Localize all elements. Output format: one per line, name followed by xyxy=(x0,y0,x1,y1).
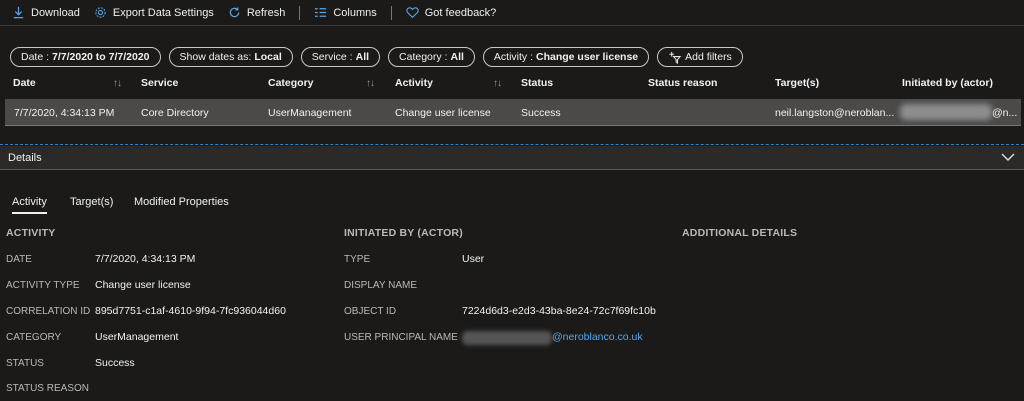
date-filter-value: 7/7/2020 to 7/7/2020 xyxy=(52,51,150,63)
activity-type-value: Change user license xyxy=(95,279,191,291)
category-filter-pill[interactable]: Category : All xyxy=(388,47,475,67)
add-filter-icon xyxy=(669,51,682,64)
gear-icon xyxy=(95,7,106,18)
status-reason-label: STATUS REASON xyxy=(6,383,89,394)
actor-section-title: INITIATED BY (ACTOR) xyxy=(344,227,463,239)
correlation-id-label: CORRELATION ID xyxy=(6,306,91,317)
feedback-button[interactable]: Got feedback? xyxy=(406,6,497,19)
activity-type-label: ACTIVITY TYPE xyxy=(6,280,80,291)
correlation-id-value: 895d7751-c1af-4610-9f94-7fc936044d60 xyxy=(95,305,286,317)
redacted-blur xyxy=(900,104,992,120)
cell-targets: neil.langston@neroblan... xyxy=(775,107,895,119)
activity-filter-label: Activity : xyxy=(493,51,533,63)
refresh-button[interactable]: Refresh xyxy=(228,6,286,19)
upn-link[interactable]: @neroblanco.co.uk xyxy=(552,331,643,343)
date-filter-label: Date : xyxy=(21,51,50,63)
columns-icon xyxy=(315,8,327,17)
download-button[interactable]: Download xyxy=(12,6,80,19)
download-label: Download xyxy=(31,6,80,19)
date-filter-pill[interactable]: Date : 7/7/2020 to 7/7/2020 xyxy=(10,47,161,67)
sort-icon[interactable]: ↑↓ xyxy=(493,78,502,89)
cell-initiated-by: @n... xyxy=(992,107,1018,119)
additional-details-title: ADDITIONAL DETAILS xyxy=(682,227,798,239)
add-filters-label: Add filters xyxy=(685,51,732,63)
feedback-label: Got feedback? xyxy=(424,6,497,19)
activity-filter-pill[interactable]: Activity : Change user license xyxy=(482,47,650,67)
add-filters-button[interactable]: Add filters xyxy=(657,47,743,67)
show-dates-filter-pill[interactable]: Show dates as: Local xyxy=(168,47,293,67)
service-filter-pill[interactable]: Service : All xyxy=(300,47,381,67)
toolbar-divider xyxy=(299,5,301,20)
service-filter-label: Service : xyxy=(311,51,353,63)
column-header-status[interactable]: Status xyxy=(521,77,553,89)
sort-icon[interactable]: ↑↓ xyxy=(366,78,375,89)
status-value: Success xyxy=(95,357,135,369)
download-icon xyxy=(13,6,24,19)
service-filter-value: All xyxy=(355,51,370,63)
column-header-date[interactable]: Date xyxy=(13,77,36,89)
heart-icon xyxy=(406,7,419,19)
date-value: 7/7/2020, 4:34:13 PM xyxy=(95,253,196,265)
upn-label: USER PRINCIPAL NAME xyxy=(344,332,458,343)
sort-icon[interactable]: ↑↓ xyxy=(113,78,122,89)
table-header: Date ↑↓ Service Category ↑↓ Activity ↑↓ … xyxy=(0,77,1024,95)
column-header-activity[interactable]: Activity xyxy=(395,77,433,89)
toolbar: Download Export Data Settings Refresh Co… xyxy=(0,0,1024,26)
display-name-label: DISPLAY NAME xyxy=(344,280,417,291)
details-title: Details xyxy=(8,152,42,164)
category-label: CATEGORY xyxy=(6,332,62,343)
object-id-label: OBJECT ID xyxy=(344,306,397,317)
tab-activity[interactable]: Activity xyxy=(12,196,47,214)
column-header-initiated-by[interactable]: Initiated by (actor) xyxy=(902,77,993,89)
redacted-blur xyxy=(462,331,552,345)
column-header-category[interactable]: Category xyxy=(268,77,314,89)
refresh-icon xyxy=(229,7,240,18)
object-id-value: 7224d6d3-e2d3-43ba-8e24-72c7f69fc10b xyxy=(462,305,656,317)
chevron-down-icon[interactable] xyxy=(1000,150,1016,164)
splitter[interactable] xyxy=(0,144,1024,145)
cell-date: 7/7/2020, 4:34:13 PM xyxy=(14,107,115,119)
export-settings-button[interactable]: Export Data Settings xyxy=(94,6,214,19)
column-header-status-reason[interactable]: Status reason xyxy=(648,77,717,89)
export-settings-label: Export Data Settings xyxy=(112,6,214,19)
tab-modified-properties[interactable]: Modified Properties xyxy=(134,196,229,208)
cell-activity: Change user license xyxy=(395,107,491,119)
cell-category: UserManagement xyxy=(268,107,352,119)
details-header[interactable]: Details xyxy=(0,146,1024,170)
show-dates-label: Show dates as: xyxy=(179,51,252,63)
columns-button[interactable]: Columns xyxy=(314,6,377,19)
column-header-targets[interactable]: Target(s) xyxy=(775,77,819,89)
status-label: STATUS xyxy=(6,358,44,369)
filter-bar: Date : 7/7/2020 to 7/7/2020 Show dates a… xyxy=(10,47,743,67)
toolbar-divider xyxy=(390,5,392,20)
category-filter-label: Category : xyxy=(399,51,448,63)
activity-section-title: ACTIVITY xyxy=(6,227,56,239)
activity-filter-value: Change user license xyxy=(536,51,639,63)
date-label: DATE xyxy=(6,254,32,265)
category-value: UserManagement xyxy=(95,331,179,343)
refresh-label: Refresh xyxy=(246,6,286,19)
category-filter-value: All xyxy=(450,51,464,63)
show-dates-value: Local xyxy=(254,51,282,63)
actor-type-label: TYPE xyxy=(344,254,371,265)
cell-service: Core Directory xyxy=(141,107,209,119)
cell-status: Success xyxy=(521,107,561,119)
tab-targets[interactable]: Target(s) xyxy=(70,196,113,208)
column-header-service[interactable]: Service xyxy=(141,77,178,89)
actor-type-value: User xyxy=(462,253,485,265)
columns-label: Columns xyxy=(333,6,377,19)
table-row[interactable]: 7/7/2020, 4:34:13 PM Core Directory User… xyxy=(5,99,1021,126)
